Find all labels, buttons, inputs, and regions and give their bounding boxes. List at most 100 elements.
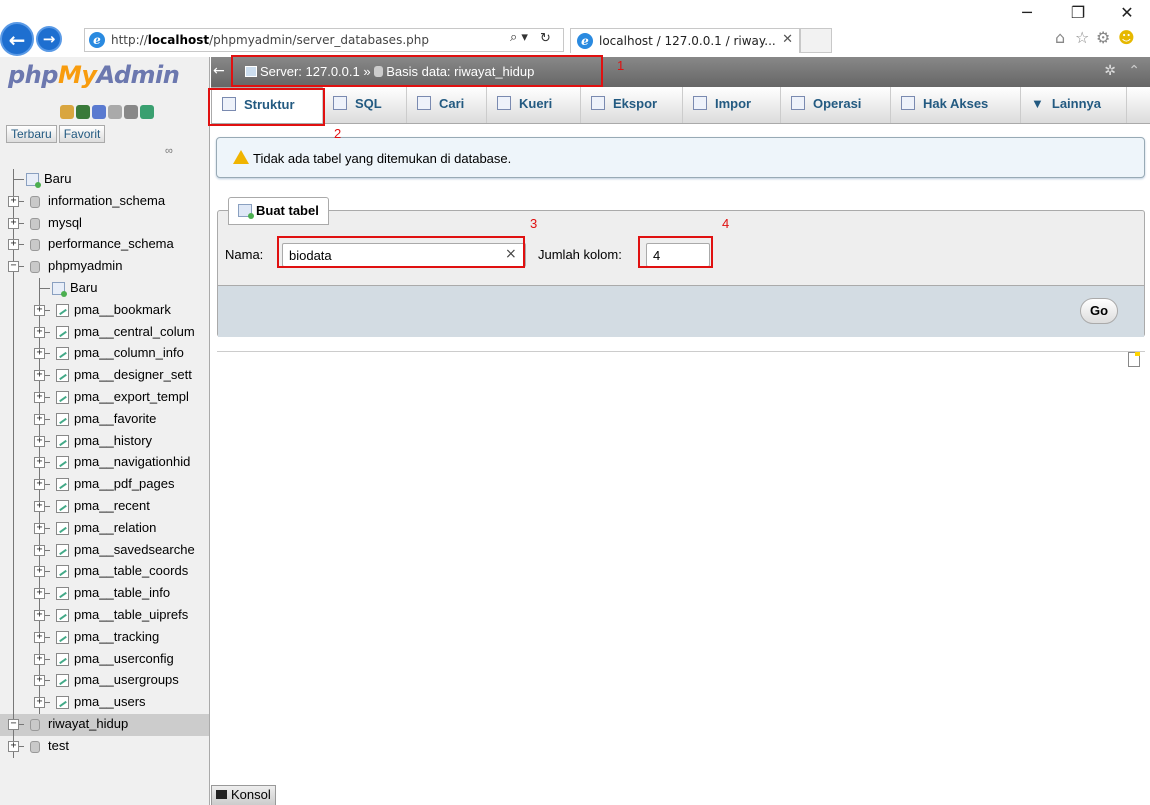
go-button[interactable]: Go	[1080, 298, 1118, 324]
expand-icon[interactable]: +	[34, 675, 45, 687]
search-icon[interactable]: ⌕ ▾	[510, 30, 528, 45]
expand-icon[interactable]: +	[34, 304, 45, 316]
settings-gear-icon[interactable]: ✲	[1104, 63, 1116, 79]
tools-gear-icon[interactable]: ⚙	[1096, 28, 1110, 47]
expand-icon[interactable]: +	[34, 435, 45, 447]
home-icon[interactable]: ⌂	[1055, 28, 1065, 47]
tree-table-item[interactable]: + pma__central_colum	[0, 321, 209, 344]
collapse-icon[interactable]: −	[8, 718, 19, 730]
tab-recent[interactable]: Terbaru	[6, 125, 57, 143]
page-note-icon[interactable]	[1128, 352, 1140, 367]
tree-table-item[interactable]: + pma__users	[0, 692, 209, 715]
docs-icon[interactable]	[108, 105, 122, 119]
collapse-nav-icon[interactable]: ←	[213, 63, 225, 79]
tree-table-item[interactable]: + pma__designer_sett	[0, 365, 209, 388]
tree-table-item[interactable]: + pma__usergroups	[0, 670, 209, 693]
tree-table-item[interactable]: + pma__favorite	[0, 408, 209, 431]
tree-guide-line	[13, 408, 14, 431]
tree-guide-line	[13, 583, 14, 606]
tab-favorites[interactable]: Favorit	[58, 125, 106, 143]
expand-icon[interactable]: +	[34, 348, 45, 360]
tree-table-item[interactable]: + pma__table_coords	[0, 561, 209, 584]
settings-icon[interactable]	[124, 105, 138, 119]
tree-database-item[interactable]: + mysql	[0, 212, 209, 235]
tab-hak-akses[interactable]: Hak Akses	[891, 87, 1021, 123]
back-button[interactable]: ←	[0, 22, 34, 56]
close-window-button[interactable]: ✕	[1112, 2, 1142, 24]
expand-icon[interactable]: +	[34, 413, 45, 425]
new-tab-button[interactable]	[800, 28, 832, 53]
tree-table-item[interactable]: + pma__history	[0, 430, 209, 453]
tree-table-item[interactable]: + pma__tracking	[0, 626, 209, 649]
tab-lainnya[interactable]: ▼ Lainnya	[1021, 87, 1127, 123]
expand-icon[interactable]: +	[34, 370, 45, 382]
help-icon[interactable]	[92, 105, 106, 119]
expand-icon[interactable]: +	[34, 522, 45, 534]
collapse-icon[interactable]: −	[8, 261, 19, 273]
tree-database-item[interactable]: + test	[0, 735, 209, 758]
tab-kueri[interactable]: Kueri	[487, 87, 581, 123]
tab-operasi[interactable]: Operasi	[781, 87, 891, 123]
refresh-icon[interactable]: ↻	[540, 31, 551, 46]
expand-icon[interactable]: +	[34, 544, 45, 556]
tab-ekspor[interactable]: Ekspor	[581, 87, 683, 123]
feedback-smiley-icon[interactable]: ☻	[1118, 28, 1135, 47]
browser-tab[interactable]: e localhost / 127.0.0.1 / riway... ✕	[570, 28, 800, 53]
tree-table-item[interactable]: + pma__column_info	[0, 343, 209, 366]
expand-icon[interactable]: +	[34, 653, 45, 665]
console-toggle[interactable]: Konsol	[211, 785, 276, 805]
tree-guide-line	[13, 386, 14, 409]
forward-button[interactable]: →	[36, 26, 62, 52]
tree-table-item[interactable]: + pma__export_templ	[0, 386, 209, 409]
tree-database-item[interactable]: − phpmyadmin	[0, 256, 209, 279]
tree-table-item[interactable]: + pma__pdf_pages	[0, 474, 209, 497]
tab-close-icon[interactable]: ✕	[782, 32, 793, 47]
table-icon	[56, 325, 69, 339]
expand-icon[interactable]: +	[34, 326, 45, 338]
tree-new-item[interactable]: Baru	[0, 277, 209, 300]
expand-icon[interactable]: +	[34, 391, 45, 403]
tree-table-item[interactable]: + pma__table_info	[0, 583, 209, 606]
link-icon[interactable]: ∞	[165, 145, 173, 157]
reload-icon[interactable]	[140, 105, 154, 119]
tree-database-item[interactable]: + performance_schema	[0, 234, 209, 257]
logout-icon[interactable]	[76, 105, 90, 119]
favorites-star-icon[interactable]: ☆	[1075, 28, 1089, 47]
tab-impor[interactable]: Impor	[683, 87, 781, 123]
minimize-button[interactable]: ─	[1012, 2, 1042, 24]
tree-new-item[interactable]: Baru	[0, 169, 209, 191]
expand-icon[interactable]: +	[8, 217, 19, 229]
expand-icon[interactable]: +	[8, 239, 19, 251]
tree-database-item[interactable]: + information_schema	[0, 190, 209, 213]
tab-cari[interactable]: Cari	[407, 87, 487, 123]
scroll-up-icon[interactable]: ⌃	[1128, 63, 1140, 79]
expand-icon[interactable]: +	[8, 195, 19, 207]
restore-button[interactable]: ❐	[1063, 2, 1093, 24]
tree-table-item[interactable]: + pma__recent	[0, 495, 209, 518]
tab-sql[interactable]: SQL	[323, 87, 407, 123]
tree-database-item[interactable]: − riwayat_hidup	[0, 713, 209, 736]
expand-icon[interactable]: +	[34, 457, 45, 469]
tree-table-item[interactable]: + pma__bookmark	[0, 299, 209, 322]
expand-icon[interactable]: +	[34, 697, 45, 709]
expand-icon[interactable]: +	[34, 566, 45, 578]
expand-icon[interactable]: +	[34, 588, 45, 600]
phpmyadmin-logo[interactable]: phpMyAdmin	[8, 61, 180, 89]
home-icon[interactable]	[60, 105, 74, 119]
tree-table-item[interactable]: + pma__savedsearche	[0, 539, 209, 562]
tree-table-item[interactable]: + pma__navigationhid	[0, 452, 209, 475]
expand-icon[interactable]: +	[34, 479, 45, 491]
annotation-number-3: 3	[530, 216, 538, 231]
tree-item-label: pma__users	[74, 694, 146, 710]
tree-table-item[interactable]: + pma__table_uiprefs	[0, 604, 209, 627]
table-icon	[56, 565, 69, 579]
expand-icon[interactable]: +	[34, 609, 45, 621]
url-text[interactable]: http://localhost/phpmyadmin/server_datab…	[111, 33, 429, 47]
address-bar[interactable]: e http://localhost/phpmyadmin/server_dat…	[84, 28, 564, 52]
tree-table-item[interactable]: + pma__userconfig	[0, 648, 209, 671]
tree-guide-line	[13, 539, 14, 562]
expand-icon[interactable]: +	[34, 631, 45, 643]
tree-table-item[interactable]: + pma__relation	[0, 517, 209, 540]
expand-icon[interactable]: +	[34, 500, 45, 512]
expand-icon[interactable]: +	[8, 740, 19, 752]
